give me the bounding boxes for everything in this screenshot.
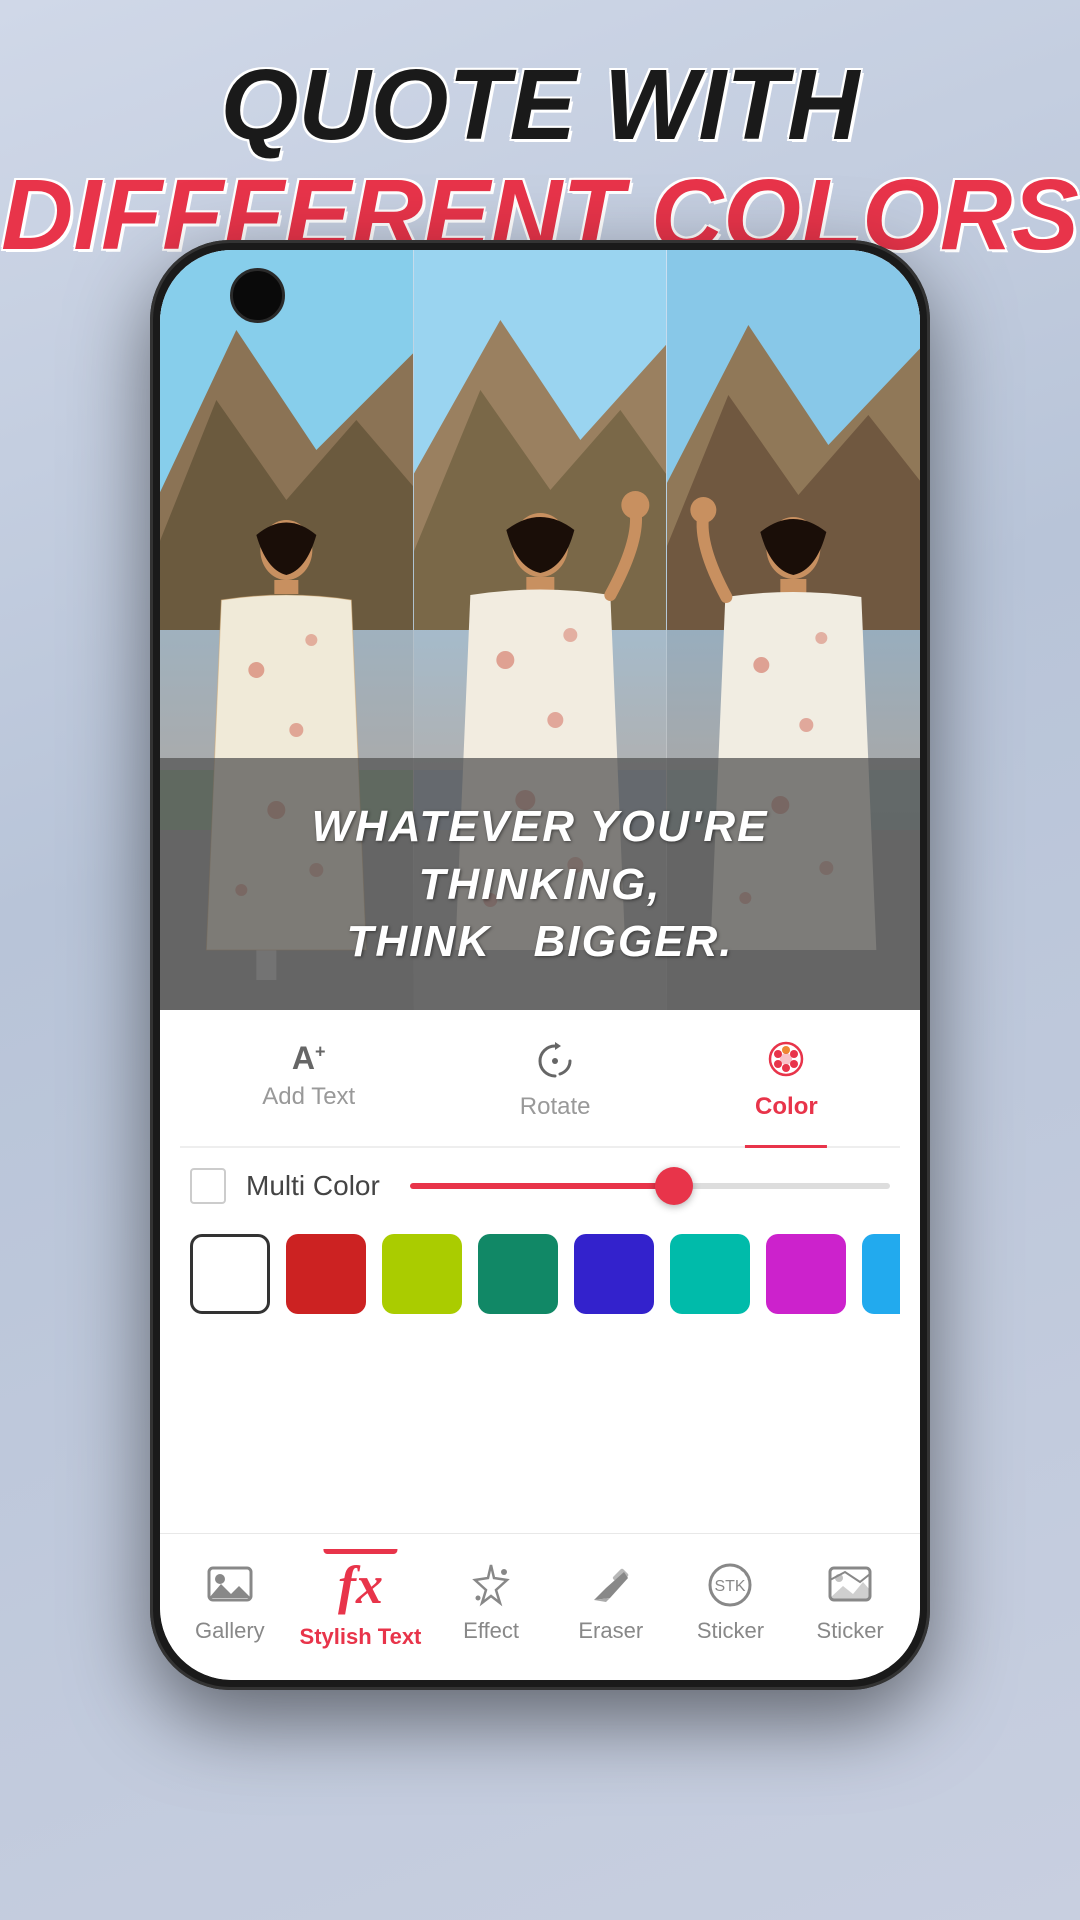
add-text-icon: A+: [292, 1040, 326, 1077]
color-icon: [767, 1040, 805, 1087]
nav-eraser[interactable]: Eraser: [561, 1560, 661, 1644]
multi-color-label: Multi Color: [246, 1170, 380, 1202]
nav-gallery[interactable]: Gallery: [180, 1560, 280, 1644]
gallery-icon: [205, 1560, 255, 1610]
tab-add-text-label: Add Text: [262, 1083, 355, 1111]
tab-add-text[interactable]: A+ Add Text: [242, 1035, 375, 1131]
nav-sticker2-label: Sticker: [817, 1618, 884, 1644]
swatch-sky[interactable]: [862, 1234, 900, 1314]
nav-sticker1-label: Sticker: [697, 1618, 764, 1644]
nav-gallery-label: Gallery: [195, 1618, 265, 1644]
bottom-nav: Gallery fx Stylish Text Effect: [160, 1533, 920, 1680]
nav-sticker1[interactable]: STK Sticker: [680, 1560, 780, 1644]
phone-container: WHATEVER YOU'RE THINKING,THINK BIGGER. A…: [150, 240, 930, 1690]
stylish-text-icon: fx: [338, 1554, 383, 1616]
header-line1: QUOTE WITH: [0, 50, 1080, 160]
tab-rotate[interactable]: Rotate: [500, 1035, 611, 1131]
eraser-icon: [586, 1560, 636, 1610]
camera-hole: [230, 268, 285, 323]
phone-screen: WHATEVER YOU'RE THINKING,THINK BIGGER. A…: [160, 250, 920, 1680]
svg-text:STK: STK: [715, 1578, 746, 1595]
color-swatches: [180, 1234, 900, 1314]
swatch-magenta[interactable]: [766, 1234, 846, 1314]
swatch-red[interactable]: [286, 1234, 366, 1314]
swatch-cyan[interactable]: [670, 1234, 750, 1314]
color-slider[interactable]: [410, 1183, 890, 1189]
nav-sticker2[interactable]: Sticker: [800, 1560, 900, 1644]
effect-icon: [466, 1560, 516, 1610]
nav-eraser-label: Eraser: [578, 1618, 643, 1644]
swatch-lime[interactable]: [382, 1234, 462, 1314]
nav-stylish-text[interactable]: fx Stylish Text: [300, 1554, 422, 1650]
multi-color-row: Multi Color: [180, 1168, 900, 1204]
tab-rotate-label: Rotate: [520, 1093, 591, 1121]
rotate-icon: [536, 1040, 574, 1087]
swatch-blue[interactable]: [574, 1234, 654, 1314]
quote-overlay: WHATEVER YOU'RE THINKING,THINK BIGGER.: [160, 758, 920, 1010]
nav-effect[interactable]: Effect: [441, 1560, 541, 1644]
toolbar-area: A+ Add Text Rotate: [160, 1010, 920, 1329]
multi-color-checkbox[interactable]: [190, 1168, 226, 1204]
phone-frame: WHATEVER YOU'RE THINKING,THINK BIGGER. A…: [150, 240, 930, 1690]
nav-stylish-text-label: Stylish Text: [300, 1624, 422, 1650]
tab-color[interactable]: Color: [735, 1035, 838, 1131]
swatch-white[interactable]: [190, 1234, 270, 1314]
sticker-icon: STK: [705, 1560, 755, 1610]
image-area: WHATEVER YOU'RE THINKING,THINK BIGGER.: [160, 250, 920, 1010]
swatch-teal[interactable]: [478, 1234, 558, 1314]
toolbar-tabs: A+ Add Text Rotate: [180, 1035, 900, 1148]
quote-text: WHATEVER YOU'RE THINKING,THINK BIGGER.: [190, 798, 890, 970]
tab-color-label: Color: [755, 1093, 818, 1121]
nav-effect-label: Effect: [463, 1618, 519, 1644]
slider-thumb: [655, 1167, 693, 1205]
sticker2-icon: [825, 1560, 875, 1610]
